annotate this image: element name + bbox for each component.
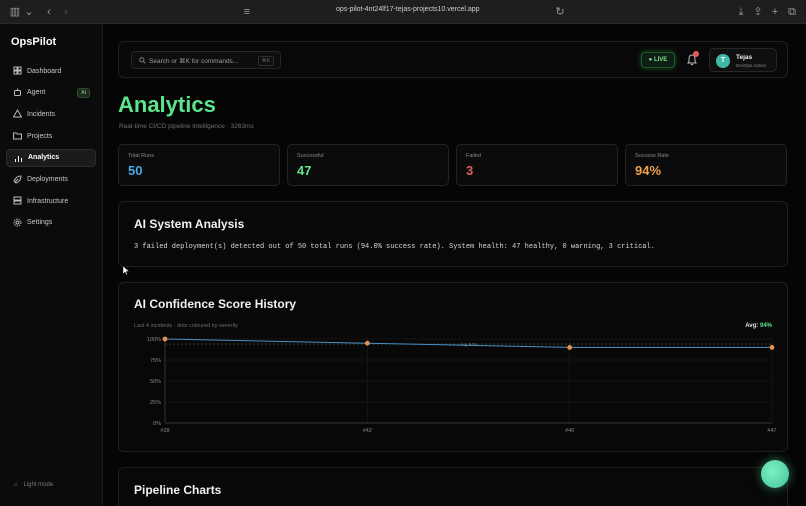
shortcut-hint: ⌘K xyxy=(257,56,274,66)
stat-label: Total Runs xyxy=(128,153,154,159)
sidebar-item-label: Agent xyxy=(27,89,46,97)
sidebar-item-settings[interactable]: Settings xyxy=(6,214,96,232)
sidebar-item-analytics[interactable]: Analytics xyxy=(6,148,96,167)
gear-icon xyxy=(13,218,22,227)
analytics-icon xyxy=(14,154,23,163)
server-icon xyxy=(13,196,22,205)
stat-card-failed: Failed 3 xyxy=(456,144,618,186)
new-tab-icon[interactable]: + xyxy=(768,5,782,19)
page-settings-icon[interactable]: ≡ xyxy=(240,5,254,19)
search-input[interactable]: Search or ⌘K for commands... ⌘K xyxy=(131,51,281,69)
sidebar-item-label: Dashboard xyxy=(27,67,62,75)
mouse-cursor-icon xyxy=(123,266,129,275)
x-tick-label: #47 xyxy=(767,428,776,434)
main-content: Search or ⌘K for commands... ⌘K ● LIVE T… xyxy=(103,24,806,506)
avatar: T xyxy=(716,54,730,68)
sidebar-item-label: Settings xyxy=(27,219,53,227)
analysis-text: 3 failed deployment(s) detected out of 5… xyxy=(134,243,655,251)
sun-icon: ☼ xyxy=(13,482,19,488)
top-bar: Search or ⌘K for commands... ⌘K ● LIVE T… xyxy=(118,41,788,78)
stat-label: Successful xyxy=(297,153,324,159)
data-point xyxy=(364,340,370,346)
sidebar: OpsPilot Dashboard Agent AI Incidents Projec… xyxy=(0,24,103,506)
sidebar-item-deployments[interactable]: Deployments xyxy=(6,171,96,189)
stat-label: Success Rate xyxy=(635,153,669,159)
sidebar-item-label: Incidents xyxy=(27,110,56,118)
sidebar-item-label: Infrastructure xyxy=(27,197,69,205)
search-placeholder: Search or ⌘K for commands... xyxy=(149,58,239,65)
stat-card-successful: Successful 47 xyxy=(287,144,449,186)
x-tick-label: #28 xyxy=(160,428,169,434)
y-tick-label: 75% xyxy=(150,358,161,364)
agent-icon xyxy=(13,88,22,97)
data-point xyxy=(567,345,573,350)
rocket-icon xyxy=(13,174,22,184)
card-title: AI System Analysis xyxy=(134,217,245,231)
app-logo[interactable]: OpsPilot xyxy=(11,36,56,48)
sidebar-item-label: Projects xyxy=(27,132,53,140)
chevron-down-icon[interactable]: ⌄ xyxy=(22,5,36,19)
sidebar-item-dashboard[interactable]: Dashboard xyxy=(6,62,96,80)
dashboard-icon xyxy=(13,66,22,75)
share-icon[interactable]: ⇪ xyxy=(751,5,765,19)
stat-value: 47 xyxy=(297,163,312,178)
x-tick-label: #42 xyxy=(363,428,372,434)
average-line-label: Avg 94% xyxy=(460,342,478,347)
search-icon xyxy=(139,57,146,64)
user-name: Tejas xyxy=(736,54,753,61)
tabs-overview-icon[interactable]: ⧉ xyxy=(785,5,799,19)
pipeline-charts-card: Pipeline Charts xyxy=(118,467,788,506)
notification-dot xyxy=(693,51,699,57)
warning-icon xyxy=(13,109,22,118)
live-badge[interactable]: ● LIVE xyxy=(641,52,675,68)
forward-icon[interactable]: › xyxy=(59,5,73,19)
address-bar[interactable]: ops-pilot-4nt24lf17-tejas-projects10.ver… xyxy=(336,6,480,13)
stat-label: Failed xyxy=(466,153,481,159)
stat-value: 94% xyxy=(635,163,662,178)
sidebar-item-projects[interactable]: Projects xyxy=(6,127,96,145)
ai-badge: AI xyxy=(77,87,90,98)
card-title: Pipeline Charts xyxy=(134,483,222,497)
x-tick-label: #46 xyxy=(565,428,574,434)
sidebar-item-label: Deployments xyxy=(27,176,68,183)
confidence-chart-card: AI Confidence Score History Last 4 incid… xyxy=(118,282,788,452)
light-mode-toggle[interactable]: ☼ Light mode xyxy=(13,482,53,488)
data-point xyxy=(769,345,775,350)
reload-icon[interactable]: ↻ xyxy=(553,5,567,19)
y-tick-label: 25% xyxy=(150,400,161,406)
sidebar-item-infrastructure[interactable]: Infrastructure xyxy=(6,192,96,210)
folder-icon xyxy=(13,131,22,140)
y-tick-label: 50% xyxy=(150,379,161,385)
user-menu[interactable]: T Tejas DevOps Admin xyxy=(709,48,777,72)
light-mode-label: Light mode xyxy=(23,482,54,488)
stat-value: 50 xyxy=(128,163,143,178)
stat-value: 3 xyxy=(466,163,474,178)
y-tick-label: 100% xyxy=(147,337,161,343)
browser-toolbar: ▥ ⌄ ‹ › ≡ ops-pilot-4nt24lf17-tejas-proj… xyxy=(0,0,806,24)
confidence-line-chart: 0% 25% 50% 75% 100% #28 #42 #46 #47 Avg 94% xyxy=(147,336,777,434)
sidebar-item-incidents[interactable]: Incidents xyxy=(6,105,96,123)
y-tick-label: 0% xyxy=(153,421,161,427)
back-icon[interactable]: ‹ xyxy=(42,5,56,19)
sidebar-item-label: Analytics xyxy=(28,154,60,162)
sidebar-toggle-icon[interactable]: ▥ xyxy=(8,5,22,19)
page-subtitle: Real-time CI/CD pipeline intelligence · … xyxy=(119,123,254,130)
data-point xyxy=(162,336,168,342)
page-title: Analytics xyxy=(118,92,216,117)
ai-analysis-card: AI System Analysis 3 failed deployment(s… xyxy=(118,201,788,267)
assistant-fab-button[interactable] xyxy=(761,460,789,488)
user-role: DevOps Admin xyxy=(736,63,767,68)
stat-card-success-rate: Success Rate 94% xyxy=(625,144,787,186)
download-icon[interactable]: ⤓ xyxy=(734,5,748,19)
sidebar-item-agent[interactable]: Agent AI xyxy=(6,84,96,102)
stat-card-total-runs: Total Runs 50 xyxy=(118,144,280,186)
